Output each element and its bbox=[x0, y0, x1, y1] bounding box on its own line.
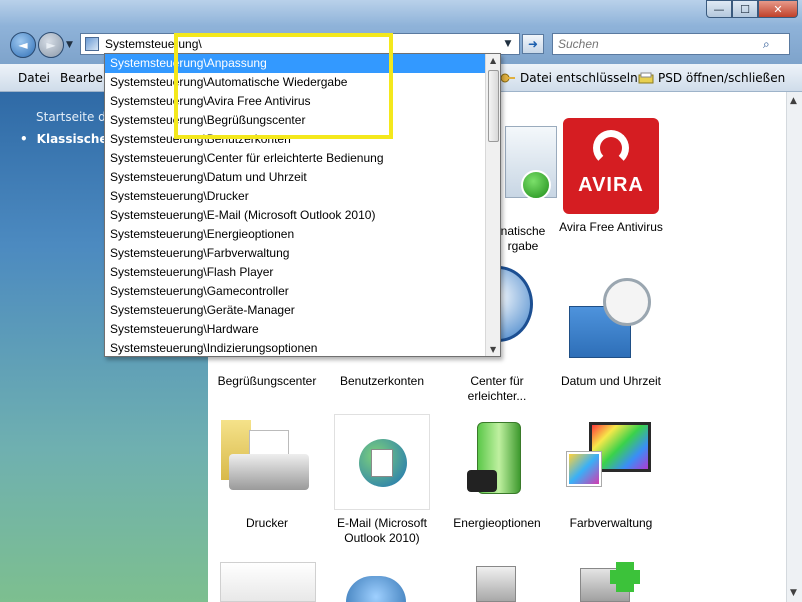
device-manager-icon[interactable] bbox=[476, 566, 516, 602]
battery-icon bbox=[449, 414, 545, 510]
color-management-icon bbox=[563, 414, 659, 510]
menu-datei[interactable]: Datei bbox=[18, 71, 50, 85]
autocomplete-item[interactable]: Systemsteuerung\Flash Player bbox=[105, 263, 487, 282]
item-drucker[interactable]: Drucker bbox=[208, 414, 326, 531]
key-icon bbox=[500, 73, 515, 83]
minimize-button[interactable]: — bbox=[706, 0, 732, 18]
item-label: E-Mail (Microsoft bbox=[336, 516, 427, 530]
psd-open-close-button[interactable]: PSD öffnen/schließen bbox=[638, 70, 785, 86]
item-farbverwaltung[interactable]: Farbverwaltung bbox=[552, 414, 670, 531]
flash-player-icon[interactable] bbox=[220, 562, 316, 602]
autocomplete-item[interactable]: Systemsteuerung\Gamecontroller bbox=[105, 282, 487, 301]
item-email[interactable]: E-Mail (Microsoft Outlook 2010) bbox=[323, 414, 441, 546]
item-label: erleichter... bbox=[467, 389, 527, 403]
back-button[interactable]: ◄ bbox=[10, 32, 36, 58]
autocomplete-item[interactable]: Systemsteuerung\Farbverwaltung bbox=[105, 244, 487, 263]
item-avira-free-antivirus[interactable]: AVIRA Avira Free Antivirus bbox=[552, 118, 670, 235]
psd-icon bbox=[638, 72, 654, 84]
item-label: Outlook 2010) bbox=[344, 531, 420, 545]
item-datum-und-uhrzeit[interactable]: Datum und Uhrzeit bbox=[552, 272, 670, 389]
dropdown-scroll-thumb[interactable] bbox=[488, 70, 499, 142]
decrypt-file-button[interactable]: Datei entschlüsseln bbox=[500, 70, 638, 86]
psd-open-close-label: PSD öffnen/schließen bbox=[658, 71, 786, 85]
maximize-button[interactable]: ☐ bbox=[732, 0, 758, 18]
item-label: Energieoptionen bbox=[453, 516, 541, 530]
avira-logo-text: AVIRA bbox=[578, 174, 644, 196]
main-scrollbar[interactable]: ▲ ▼ bbox=[786, 92, 802, 602]
autocomplete-item[interactable]: Systemsteuerung\E-Mail (Microsoft Outloo… bbox=[105, 206, 487, 225]
autocomplete-item[interactable]: Systemsteuerung\Indizierungsoptionen bbox=[105, 339, 487, 356]
item-label: Center für bbox=[470, 374, 524, 388]
highlight-annotation-box bbox=[174, 33, 393, 139]
item-energieoptionen[interactable]: Energieoptionen bbox=[438, 414, 556, 531]
autocomplete-item[interactable]: Systemsteuerung\Hardware bbox=[105, 320, 487, 339]
close-button[interactable]: ✕ bbox=[758, 0, 798, 18]
autocomplete-item[interactable]: Systemsteuerung\Center für erleichterte … bbox=[105, 149, 487, 168]
item-label: Benutzerkonten bbox=[339, 374, 425, 388]
go-button[interactable]: ➜ bbox=[522, 34, 544, 54]
autocomplete-item[interactable]: Systemsteuerung\Geräte-Manager bbox=[105, 301, 487, 320]
printer-icon bbox=[219, 414, 315, 510]
avira-icon: AVIRA bbox=[563, 118, 659, 214]
recent-pages-icon[interactable]: ▼ bbox=[66, 40, 76, 50]
plus-icon-bar bbox=[610, 570, 640, 584]
autocomplete-item[interactable]: Systemsteuerung\Drucker bbox=[105, 187, 487, 206]
decrypt-file-label: Datei entschlüsseln bbox=[520, 71, 638, 85]
autocomplete-item[interactable]: Systemsteuerung\Energieoptionen bbox=[105, 225, 487, 244]
search-input[interactable] bbox=[553, 37, 763, 51]
date-time-icon bbox=[563, 272, 659, 368]
scroll-down-icon[interactable]: ▼ bbox=[790, 588, 797, 598]
scroll-up-icon[interactable]: ▲ bbox=[790, 96, 797, 106]
item-label: Datum und Uhrzeit bbox=[560, 374, 662, 388]
forward-button[interactable]: ► bbox=[38, 32, 64, 58]
control-panel-icon bbox=[85, 37, 99, 51]
gamecontroller-icon[interactable] bbox=[346, 576, 406, 602]
search-icon[interactable]: ⌕ bbox=[763, 37, 781, 52]
item-label: Begrüßungscenter bbox=[217, 374, 317, 388]
mail-icon bbox=[334, 414, 430, 510]
item-label: Farbverwaltung bbox=[569, 516, 653, 530]
window-controls: — ☐ ✕ bbox=[706, 0, 798, 20]
autocomplete-item[interactable]: Systemsteuerung\Datum und Uhrzeit bbox=[105, 168, 487, 187]
search-box[interactable]: ⌕ bbox=[552, 33, 790, 55]
dropdown-scroll-up-icon[interactable]: ▲ bbox=[490, 56, 496, 65]
dropdown-scrollbar[interactable]: ▲ ▼ bbox=[485, 54, 500, 356]
item-label: Avira Free Antivirus bbox=[559, 220, 663, 234]
address-dropdown-icon[interactable]: ▼ bbox=[501, 39, 515, 49]
dropdown-scroll-down-icon[interactable]: ▼ bbox=[490, 345, 496, 354]
item-label: Drucker bbox=[245, 516, 288, 530]
